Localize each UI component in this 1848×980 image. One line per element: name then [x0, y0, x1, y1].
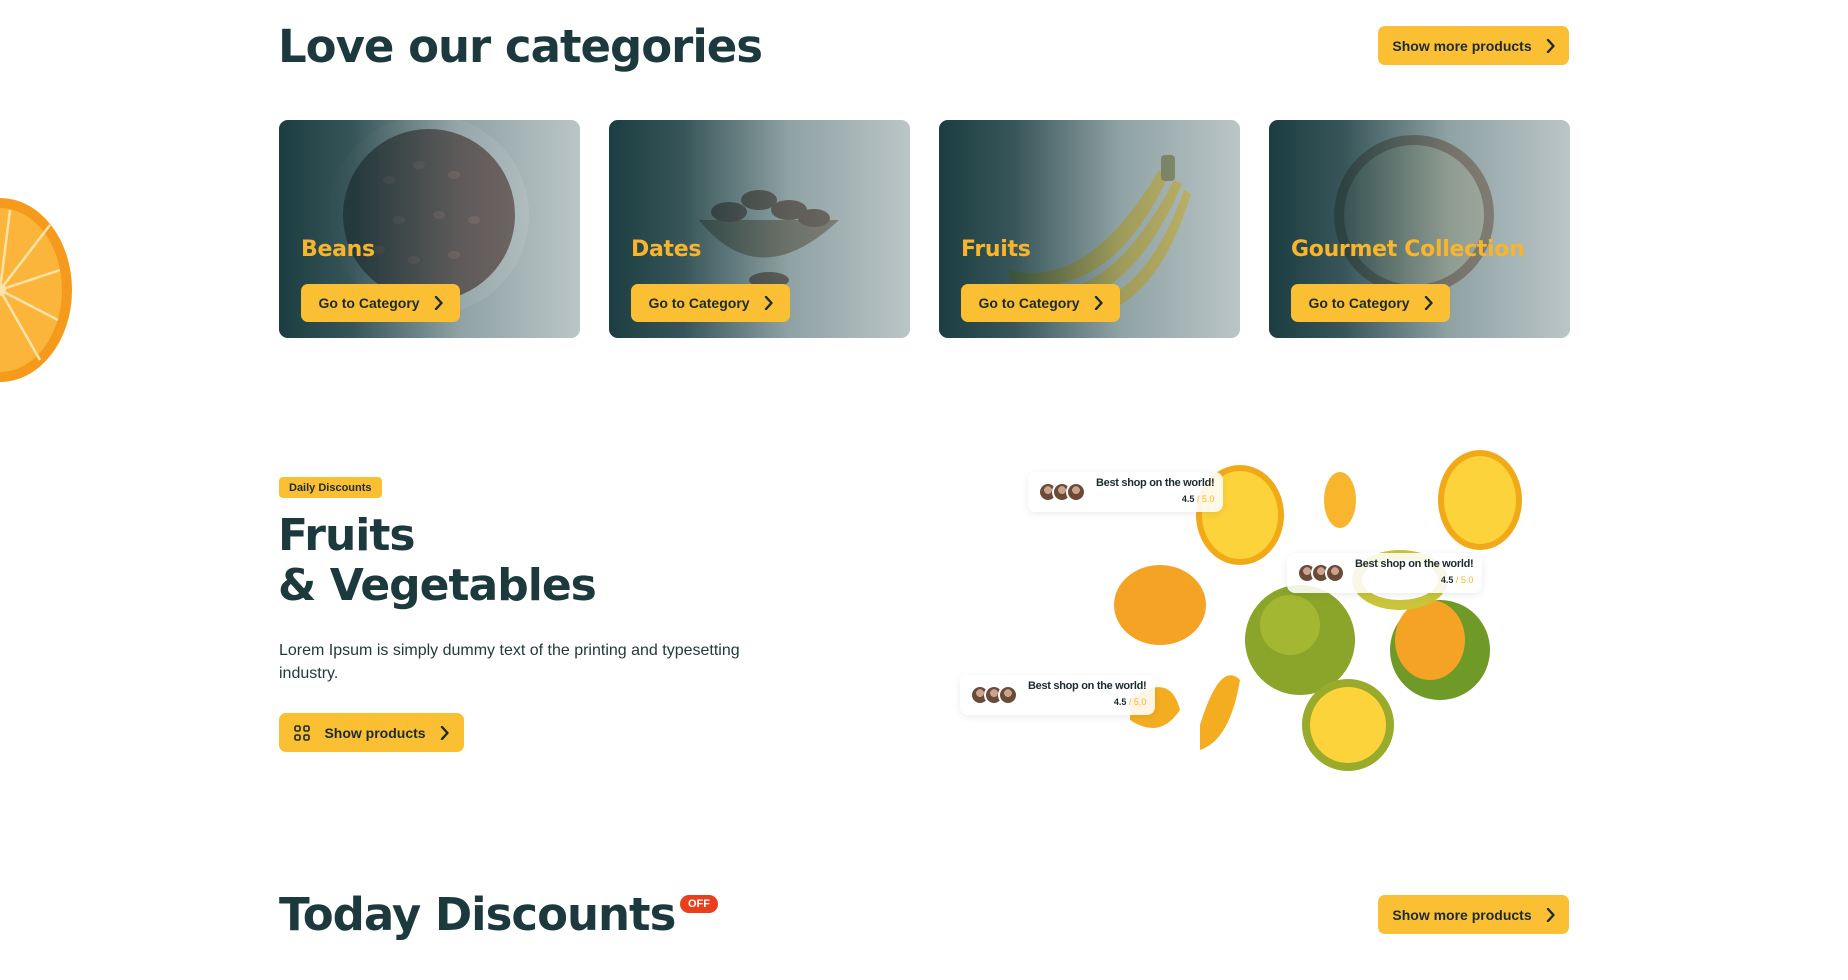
rating-card-title: Best shop on the world!	[1096, 477, 1215, 489]
daily-discounts-badge: Daily Discounts	[279, 477, 382, 498]
category-name: Gourmet Collection	[1291, 237, 1525, 262]
rating-score: 4.5	[1181, 494, 1195, 504]
avatar	[998, 685, 1018, 705]
chevron-right-icon	[1424, 296, 1433, 310]
chevron-right-icon	[440, 725, 449, 740]
go-to-category-label: Go to Category	[648, 295, 750, 311]
avatar	[1066, 482, 1086, 502]
show-products-label: Show products	[324, 724, 426, 741]
category-card-beans[interactable]: Beans Go to Category	[279, 120, 580, 338]
category-card-gourmet-collection[interactable]: Gourmet Collection Go to Category	[1269, 120, 1570, 338]
avatar-group	[1038, 482, 1086, 502]
category-card-dates[interactable]: Dates Go to Category	[609, 120, 910, 338]
orange-slice-decoration	[0, 198, 72, 382]
hero-description: Lorem Ipsum is simply dummy text of the …	[279, 642, 740, 682]
rating-card: Best shop on the world! 4.5 / 5.0	[960, 675, 1155, 715]
show-more-products-button[interactable]: Show more products	[1378, 895, 1569, 934]
categories-title: Love our categories	[278, 20, 763, 73]
go-to-category-label: Go to Category	[1308, 295, 1410, 311]
rating-card: Best shop on the world! 4.5 / 5.0	[1028, 472, 1223, 512]
rating-card-title: Best shop on the world!	[1028, 680, 1147, 692]
category-name: Fruits	[961, 237, 1031, 262]
avatar-group	[1297, 563, 1345, 583]
show-more-products-label: Show more products	[1392, 906, 1532, 923]
chevron-right-icon	[764, 296, 773, 310]
chevron-right-icon	[1546, 907, 1555, 922]
rating-card-title: Best shop on the world!	[1355, 558, 1474, 570]
go-to-category-button[interactable]: Go to Category	[301, 284, 460, 322]
go-to-category-label: Go to Category	[318, 295, 420, 311]
rating-score: 4.5	[1113, 697, 1127, 707]
grid-icon	[294, 724, 311, 741]
hero-title-line1: Fruits	[278, 510, 416, 561]
rating-max: / 5.0	[1126, 697, 1147, 707]
hero-title-line2: & Vegetables	[278, 560, 597, 611]
show-more-products-label: Show more products	[1392, 37, 1532, 54]
show-products-button[interactable]: Show products	[279, 713, 464, 752]
go-to-category-button[interactable]: Go to Category	[961, 284, 1120, 322]
rating-max: / 5.0	[1194, 494, 1215, 504]
category-name: Beans	[301, 237, 375, 262]
show-more-products-button[interactable]: Show more products	[1378, 26, 1569, 65]
rating-card: Best shop on the world! 4.5 / 5.0	[1287, 553, 1482, 593]
chevron-right-icon	[1546, 38, 1555, 53]
off-badge: OFF	[680, 895, 718, 913]
go-to-category-label: Go to Category	[978, 295, 1080, 311]
go-to-category-button[interactable]: Go to Category	[631, 284, 790, 322]
category-card-fruits[interactable]: Fruits Go to Category	[939, 120, 1240, 338]
today-discounts-title: Today Discounts	[279, 888, 676, 941]
chevron-right-icon	[434, 296, 443, 310]
rating-score: 4.5	[1440, 575, 1454, 585]
avatar	[1325, 563, 1345, 583]
avatar-group	[970, 685, 1018, 705]
chevron-right-icon	[1094, 296, 1103, 310]
category-name: Dates	[631, 237, 702, 262]
go-to-category-button[interactable]: Go to Category	[1291, 284, 1450, 322]
rating-max: / 5.0	[1453, 575, 1474, 585]
